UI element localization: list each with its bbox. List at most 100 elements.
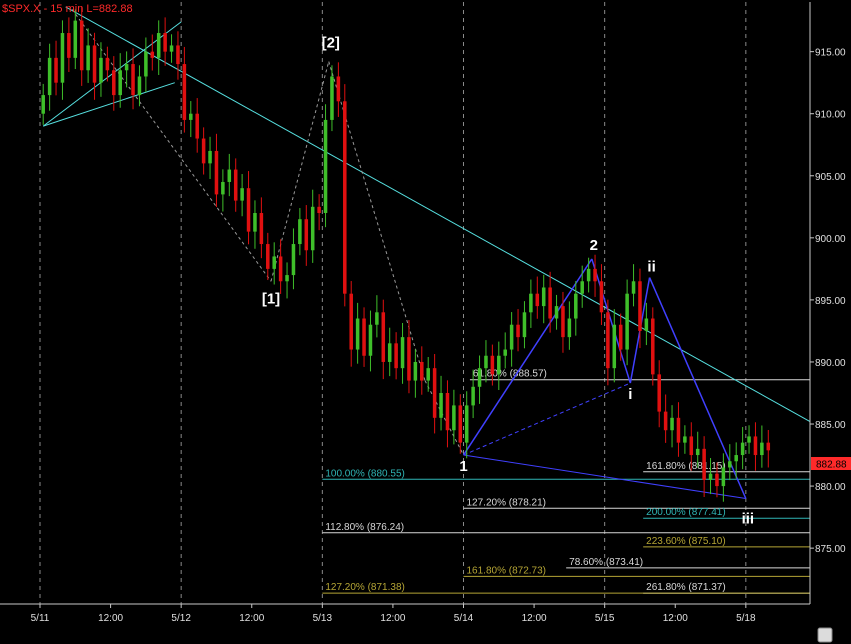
candle-body xyxy=(195,113,199,139)
candle-body xyxy=(522,312,527,338)
candle-body xyxy=(285,275,289,282)
wave-label: ii xyxy=(647,259,655,276)
scroll-right-button[interactable] xyxy=(817,627,833,643)
candle-body xyxy=(760,442,764,456)
y-tick-label: 905.00 xyxy=(815,172,846,183)
price-badge-text: 882.88 xyxy=(816,460,847,471)
candle-body xyxy=(439,392,443,418)
candle-body xyxy=(644,318,649,331)
candle-body xyxy=(676,417,681,443)
candle-body xyxy=(753,436,758,456)
candle-body xyxy=(728,461,732,468)
candle-body xyxy=(394,343,398,369)
candle-body xyxy=(41,95,45,114)
y-tick-label: 885.00 xyxy=(815,420,846,431)
candle-body xyxy=(721,467,726,487)
candle-body xyxy=(586,268,591,282)
candle-body xyxy=(445,392,450,431)
candle-body xyxy=(606,312,610,369)
candle-body xyxy=(317,206,321,214)
candle-body xyxy=(561,306,565,338)
candle-body xyxy=(221,181,225,195)
candle-body xyxy=(747,436,751,443)
price-badge: 882.88 xyxy=(811,457,851,471)
candle-body xyxy=(734,455,738,462)
x-tick-label: 5/14 xyxy=(454,613,474,624)
candle-body xyxy=(60,33,65,83)
candle-body xyxy=(529,293,533,313)
candle-body xyxy=(490,355,495,375)
candle-body xyxy=(471,386,475,406)
y-tick-label: 915.00 xyxy=(815,48,846,59)
x-tick-label: 5/15 xyxy=(595,613,615,624)
fib-level-label: 112.80% (876.24) xyxy=(325,522,404,533)
x-tick-label: 12:00 xyxy=(380,613,405,624)
candle-body xyxy=(330,76,334,120)
candle-body xyxy=(651,318,655,375)
candle-body xyxy=(580,281,584,294)
candle-body xyxy=(144,51,148,77)
candle-body xyxy=(176,45,180,65)
candle-body xyxy=(137,76,142,96)
candle-body xyxy=(375,312,379,325)
fib-level-label: 223.60% (875.10) xyxy=(646,536,726,547)
scrollbar-track[interactable] xyxy=(0,625,851,644)
fib-level-label: 61.80% (888.57) xyxy=(473,369,547,380)
candle-body xyxy=(105,57,110,71)
candle-body xyxy=(189,113,193,120)
candle-body xyxy=(599,281,604,313)
candle-body xyxy=(567,318,572,338)
x-tick-label: 12:00 xyxy=(663,613,688,624)
fib-level-label: 261.80% (871.37) xyxy=(646,582,726,593)
y-tick-label: 895.00 xyxy=(815,296,846,307)
candle-body xyxy=(407,337,411,381)
candle-body xyxy=(349,293,353,350)
candle-body xyxy=(253,213,257,232)
candle-body xyxy=(86,45,90,71)
wave-label: [2] xyxy=(322,35,340,52)
candle-body xyxy=(670,417,674,431)
candle-body xyxy=(420,361,424,381)
x-tick-label: 5/18 xyxy=(736,613,756,624)
candle-body xyxy=(503,349,507,356)
candle-body xyxy=(702,448,706,480)
wave-label: 2 xyxy=(590,237,598,254)
candle-body xyxy=(156,33,161,58)
wave-label: i xyxy=(628,386,632,403)
candle-body xyxy=(266,244,270,269)
fib-level-label: 161.80% (881.15) xyxy=(646,461,726,472)
candle-body xyxy=(246,188,251,232)
candle-body xyxy=(79,20,84,71)
candle-body xyxy=(432,368,437,418)
candle-body xyxy=(368,324,373,356)
scrollbar[interactable] xyxy=(0,625,851,644)
candle-body xyxy=(169,45,174,52)
candle-body xyxy=(381,312,386,362)
candle-body xyxy=(452,405,456,431)
candle-body xyxy=(99,57,103,83)
candle-body xyxy=(683,436,687,443)
y-tick-label: 910.00 xyxy=(815,110,846,121)
candle-body xyxy=(387,343,392,362)
wave-label: iii xyxy=(742,510,755,527)
y-tick-label: 880.00 xyxy=(815,482,846,493)
candle-body xyxy=(118,70,122,96)
price-chart[interactable]: 61.80% (888.57) 161.80% (881.15) 100.00% (… xyxy=(0,0,851,644)
candle-body xyxy=(272,256,276,269)
candle-body xyxy=(304,219,309,251)
x-tick-label: 12:00 xyxy=(239,613,264,624)
candle-body xyxy=(458,405,463,443)
fib-level-label: 78.60% (873.41) xyxy=(569,557,643,568)
candle-body xyxy=(509,324,514,350)
candle-body xyxy=(163,33,167,52)
candle-body xyxy=(298,219,302,245)
x-tick-label: 5/13 xyxy=(313,613,333,624)
fib-level-label: 127.20% (871.38) xyxy=(325,582,405,593)
candle-body xyxy=(574,293,578,319)
candle-body xyxy=(201,138,206,164)
candle-body xyxy=(227,169,232,182)
candle-body xyxy=(124,64,129,71)
candle-body xyxy=(400,337,405,369)
candle-body xyxy=(497,355,501,375)
candle-body xyxy=(240,188,244,201)
